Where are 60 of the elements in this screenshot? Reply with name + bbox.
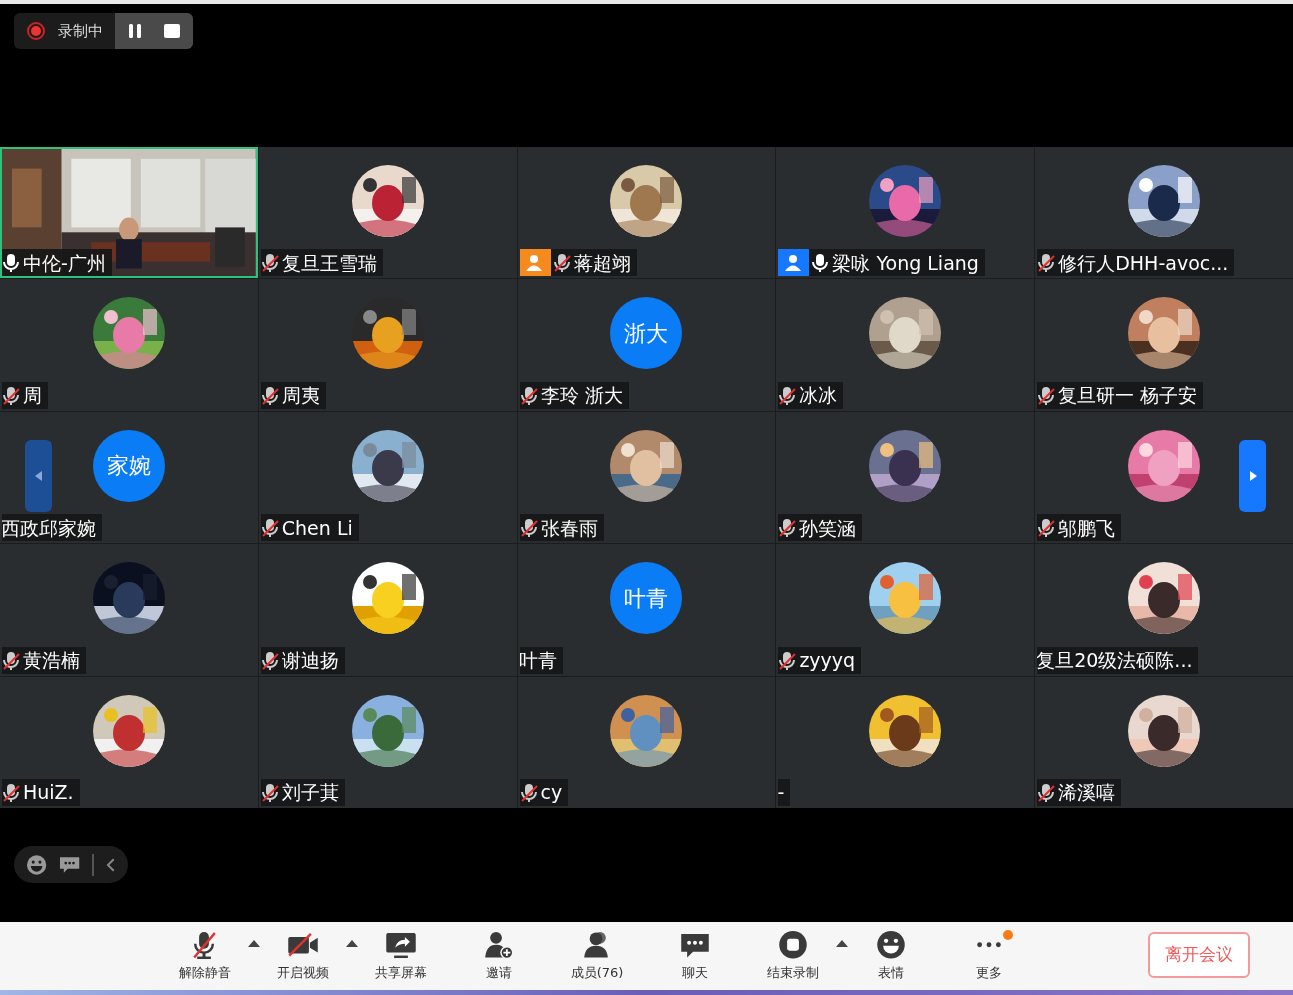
- toolbar-button[interactable]: 邀请: [457, 928, 541, 982]
- participant-name: 黄浩楠: [23, 651, 80, 671]
- toolbar-button[interactable]: 表情: [849, 928, 933, 982]
- toolbar-button[interactable]: 成员(76): [555, 928, 639, 982]
- options-caret[interactable]: [836, 939, 848, 947]
- add-person-icon: [483, 930, 515, 960]
- record-icon: [26, 21, 46, 41]
- participant-name: HuiZ.: [23, 783, 74, 803]
- participant-name: 刘子萁: [281, 783, 339, 803]
- pause-button[interactable]: [127, 23, 143, 39]
- participant-name: 周夷: [281, 386, 320, 406]
- chat-icon[interactable]: [59, 854, 81, 875]
- participant-name: -: [778, 783, 785, 803]
- participant-name: Chen Li: [281, 518, 353, 538]
- toolbar-button[interactable]: 聊天: [653, 928, 737, 982]
- options-caret[interactable]: [346, 939, 358, 947]
- options-caret[interactable]: [248, 939, 260, 947]
- participant-name: 西政邱家婉: [2, 518, 96, 538]
- participant-name: 张春雨: [540, 518, 598, 538]
- share-screen-icon: [385, 930, 417, 960]
- toolbar-button[interactable]: 更多: [947, 928, 1031, 982]
- participant-name: 复旦王雪瑞: [281, 253, 377, 273]
- toolbar-button[interactable]: 解除静音: [163, 928, 247, 982]
- pause-icon: [127, 23, 143, 39]
- avatar-initials: 家婉: [106, 452, 151, 481]
- toolbar-button[interactable]: 开启视频: [261, 928, 345, 982]
- stop-button[interactable]: [163, 23, 181, 39]
- recording-label: 录制中: [58, 20, 103, 42]
- participant-name: 叶青: [519, 651, 557, 671]
- avatar-initials: 叶青: [624, 584, 669, 613]
- participant-name: zyyyq: [799, 651, 856, 671]
- participant-name: 孙笑涵: [799, 518, 857, 538]
- participant-name: 冰冰: [799, 386, 838, 406]
- collapse-icon[interactable]: [106, 857, 116, 872]
- participant-name: 复旦研一 杨子安: [1058, 386, 1198, 406]
- caret-up-icon: [346, 939, 358, 947]
- participant-name: 李玲 浙大: [540, 386, 623, 406]
- person-icon: [525, 254, 544, 273]
- participant-name: 谢迪扬: [281, 651, 339, 671]
- participant-name: 蒋超翊: [573, 253, 631, 273]
- stop-circle-icon: [777, 930, 809, 960]
- person-icon: [783, 254, 802, 273]
- left-triangle-icon: [34, 471, 43, 481]
- participant-name: cy: [540, 783, 563, 803]
- stop-icon: [163, 23, 181, 39]
- participant-name: 梁咏 Yong Liang: [832, 253, 979, 273]
- participant-name: 浠溪嘻: [1058, 783, 1116, 803]
- participant-name: 中伦-广州: [23, 253, 106, 273]
- participant-name: 修行人DHH-avoc...: [1058, 253, 1229, 273]
- right-triangle-icon: [1248, 471, 1257, 481]
- caret-up-icon: [248, 939, 260, 947]
- participant-name: 周: [23, 386, 42, 406]
- emoji-icon[interactable]: [26, 853, 48, 876]
- caret-up-icon: [836, 939, 848, 947]
- toolbar-button[interactable]: 结束录制: [751, 928, 835, 982]
- toolbar-button[interactable]: 共享屏幕: [359, 928, 443, 982]
- emoji-icon: [875, 930, 907, 960]
- avatar-initials: 浙大: [624, 319, 669, 348]
- participant-name: 复旦20级法硕陈...: [1037, 651, 1193, 671]
- participant-name: 邬鹏飞: [1058, 518, 1116, 538]
